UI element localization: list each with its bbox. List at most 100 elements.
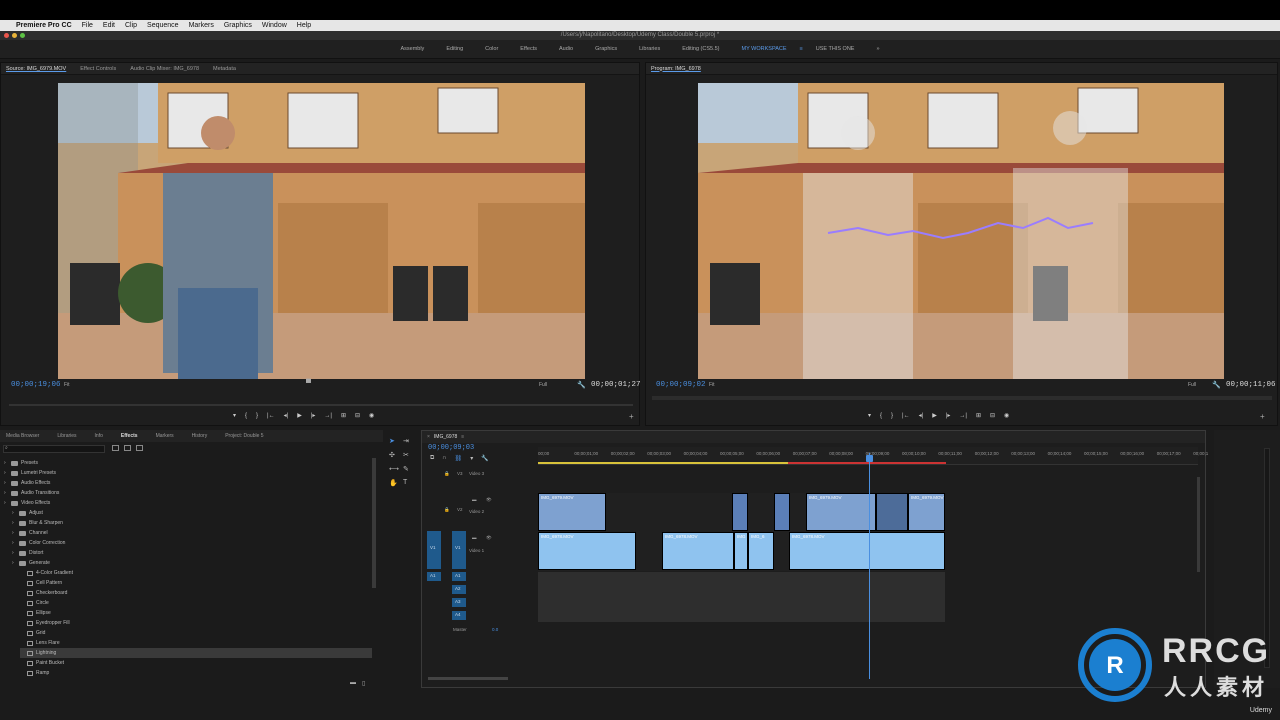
zoom-window-icon[interactable]	[20, 33, 25, 38]
export-frame-icon[interactable]: ◉	[369, 412, 374, 419]
disclosure-arrow-icon[interactable]: ›	[4, 460, 8, 466]
effects-folder[interactable]: › Adjust	[12, 508, 43, 518]
sequence-tab[interactable]: IMG_6978	[434, 434, 457, 440]
program-scrubber[interactable]	[652, 396, 1272, 400]
effects-folder[interactable]: › Color Correction	[12, 538, 65, 548]
workspace-effects[interactable]: Effects	[509, 46, 548, 52]
snap-icon[interactable]: ∩	[442, 455, 446, 462]
effects-folder[interactable]: › Lumetri Presets	[4, 468, 56, 478]
tab-source[interactable]: Source: IMG_6979.MOV	[6, 66, 66, 72]
tab-audio-clip-mixer[interactable]: Audio Clip Mixer: IMG_6978	[130, 66, 199, 72]
workspace-audio[interactable]: Audio	[548, 46, 584, 52]
clip-v2-3[interactable]	[774, 493, 790, 531]
effect-item[interactable]: Grid	[20, 628, 45, 638]
minimize-window-icon[interactable]	[12, 33, 17, 38]
disclosure-arrow-icon[interactable]: ›	[4, 490, 8, 496]
source-timecode[interactable]: 00;00;19;06	[11, 381, 61, 389]
lift-icon[interactable]: ⊞	[976, 412, 981, 419]
tab-program[interactable]: Program: IMG_6978	[651, 66, 701, 72]
disclosure-arrow-icon[interactable]: ›	[4, 500, 8, 506]
timeline-timecode[interactable]: 00;00;09;03	[428, 444, 474, 452]
extract-icon[interactable]: ⊟	[990, 412, 995, 419]
effect-item[interactable]: Lens Flare	[20, 638, 60, 648]
menu-help[interactable]: Help	[297, 22, 311, 29]
playhead-handle[interactable]	[866, 455, 873, 462]
pen-tool-icon[interactable]: ✎	[403, 465, 409, 473]
clip-v1-2[interactable]: IMG_6978.MOV	[662, 532, 734, 570]
audio-track-area[interactable]	[538, 572, 945, 622]
clip-v2-6[interactable]: IMG_6979.MOV	[908, 493, 945, 531]
effect-item[interactable]: Circle	[20, 598, 49, 608]
play-icon[interactable]: ▶	[297, 412, 302, 419]
tab-media-browser[interactable]: Media Browser	[6, 433, 39, 439]
effect-item[interactable]: Cell Pattern	[20, 578, 62, 588]
nest-toggle-icon[interactable]: ⧉	[430, 455, 434, 462]
effects-folder[interactable]: › Channel	[12, 528, 48, 538]
source-scrubber[interactable]	[9, 404, 633, 406]
workspace-my-workspace[interactable]: MY WORKSPACE	[731, 46, 798, 52]
workspace-menu-icon[interactable]: ≡	[798, 46, 805, 52]
tab-history[interactable]: History	[192, 433, 208, 439]
effects-folder[interactable]: › Video Effects	[4, 498, 50, 508]
toggle-sync-icon[interactable]: ▬	[472, 497, 477, 502]
accelerated-effects-icon[interactable]	[112, 445, 119, 451]
disclosure-arrow-icon[interactable]: ›	[4, 480, 8, 486]
step-forward-icon[interactable]: |▸	[311, 412, 316, 419]
program-settings-icon[interactable]: 🔧	[1212, 381, 1221, 389]
new-bin-icon[interactable]: ▬	[350, 680, 356, 686]
source-patch-v1[interactable]: V1	[427, 531, 441, 569]
step-back-icon[interactable]: ◂|	[284, 412, 289, 419]
program-add-marker-icon[interactable]: ▾	[868, 412, 871, 419]
tab-markers[interactable]: Markers	[156, 433, 174, 439]
menu-markers[interactable]: Markers	[189, 22, 214, 29]
disclosure-arrow-icon[interactable]: ›	[12, 530, 16, 536]
close-sequence-icon[interactable]: ×	[427, 434, 430, 440]
track-a3[interactable]: A3	[452, 598, 466, 607]
track-label-v2[interactable]: V2	[457, 507, 463, 512]
audio-source-patch[interactable]: A1	[427, 572, 441, 581]
clip-v1-5[interactable]: IMG_6978.MOV	[789, 532, 945, 570]
program-mark-out-icon[interactable]: }	[891, 413, 893, 419]
source-quality-select[interactable]: Full	[539, 382, 547, 388]
effects-folder[interactable]: › Audio Effects	[4, 478, 50, 488]
disclosure-arrow-icon[interactable]: ›	[12, 510, 16, 516]
disclosure-arrow-icon[interactable]: ›	[12, 540, 16, 546]
menu-window[interactable]: Window	[262, 22, 287, 29]
razor-tool-icon[interactable]: ✂	[403, 451, 409, 459]
track-a4[interactable]: A4	[452, 611, 466, 620]
program-go-to-in-icon[interactable]: |←	[902, 413, 910, 419]
timeline-settings-icon[interactable]: 🔧	[481, 455, 488, 462]
effect-item[interactable]: Lightning	[20, 648, 372, 658]
program-mark-in-icon[interactable]: {	[880, 413, 882, 419]
clip-v2-2[interactable]	[732, 493, 748, 531]
work-area-bar[interactable]	[538, 462, 788, 464]
lock-icon[interactable]: 🔒	[444, 471, 450, 477]
lock-icon-v2[interactable]: 🔒	[444, 507, 450, 513]
master-volume-value[interactable]: 0.0	[492, 627, 498, 632]
effect-item[interactable]: Checkerboard	[20, 588, 67, 598]
track-a1[interactable]: A1	[452, 572, 466, 581]
disclosure-arrow-icon[interactable]: ›	[12, 550, 16, 556]
close-window-icon[interactable]	[4, 33, 9, 38]
effects-folder[interactable]: › Blur & Sharpen	[12, 518, 63, 528]
add-marker-icon[interactable]: ▾	[233, 412, 236, 419]
effects-folder[interactable]: › Generate	[12, 558, 50, 568]
tab-effects[interactable]: Effects	[121, 433, 138, 439]
effect-item[interactable]: Paint Bucket	[20, 658, 64, 668]
overwrite-icon[interactable]: ⊟	[355, 412, 360, 419]
add-marker-timeline-icon[interactable]: ▾	[470, 455, 473, 462]
delete-icon[interactable]: ▯	[362, 680, 365, 687]
tab-info[interactable]: Info	[95, 433, 103, 439]
source-settings-icon[interactable]: 🔧	[577, 381, 586, 389]
linked-selection-icon[interactable]: ⛓	[455, 455, 463, 462]
workspace-assembly[interactable]: Assembly	[389, 46, 435, 52]
effect-item[interactable]: Ramp	[20, 668, 49, 678]
workspace-libraries[interactable]: Libraries	[628, 46, 671, 52]
playhead[interactable]	[869, 453, 870, 679]
program-timecode[interactable]: 00;00;09;02	[656, 381, 706, 389]
go-to-in-icon[interactable]: |←	[267, 413, 275, 419]
selection-tool-icon[interactable]: ➤	[389, 437, 395, 445]
track-target-v1[interactable]: V1	[452, 531, 466, 569]
effects-search-field[interactable]	[3, 445, 105, 453]
workspace-use-this-one[interactable]: USE THIS ONE	[805, 46, 866, 52]
